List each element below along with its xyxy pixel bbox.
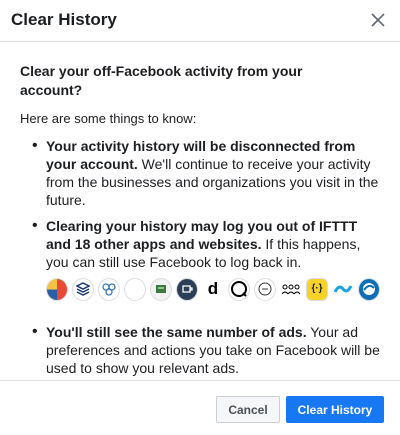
dialog-header: Clear History	[0, 0, 400, 42]
app-icon-13	[358, 277, 380, 301]
dialog-body: Clear your off-Facebook activity from yo…	[0, 42, 400, 377]
app-icon-1	[46, 277, 68, 301]
dialog-title: Clear History	[11, 10, 117, 29]
app-icon-9	[254, 277, 276, 301]
point-bold: You'll still see the same number of ads.	[46, 324, 307, 340]
app-icon-5	[150, 277, 172, 301]
app-icon-4	[124, 277, 146, 301]
app-icon-2	[72, 277, 94, 301]
app-icon-12	[332, 277, 354, 301]
app-icon-10	[280, 277, 302, 301]
dialog-intro: Here are some things to know:	[20, 111, 197, 126]
info-list: Your activity history will be disconnect…	[20, 137, 380, 377]
connected-apps-row: d {·}	[46, 277, 380, 301]
dialog-footer: Cancel Clear History	[0, 380, 400, 435]
app-icon-11: {·}	[306, 277, 328, 301]
app-icon-7: d	[202, 277, 224, 301]
cancel-button[interactable]: Cancel	[216, 396, 280, 423]
app-icon-6	[176, 277, 198, 301]
clear-history-button[interactable]: Clear History	[286, 396, 384, 423]
app-icon-8	[228, 277, 250, 301]
clear-history-dialog: Clear History Clear your off-Facebook ac…	[0, 0, 400, 435]
close-icon[interactable]	[368, 10, 388, 30]
list-item: You'll still see the same number of ads.…	[20, 323, 380, 377]
list-item: Your activity history will be disconnect…	[20, 137, 380, 209]
list-item: Clearing your history may log you out of…	[20, 217, 380, 301]
app-icon-3	[98, 277, 120, 301]
dialog-question: Clear your off-Facebook activity from yo…	[20, 63, 303, 98]
